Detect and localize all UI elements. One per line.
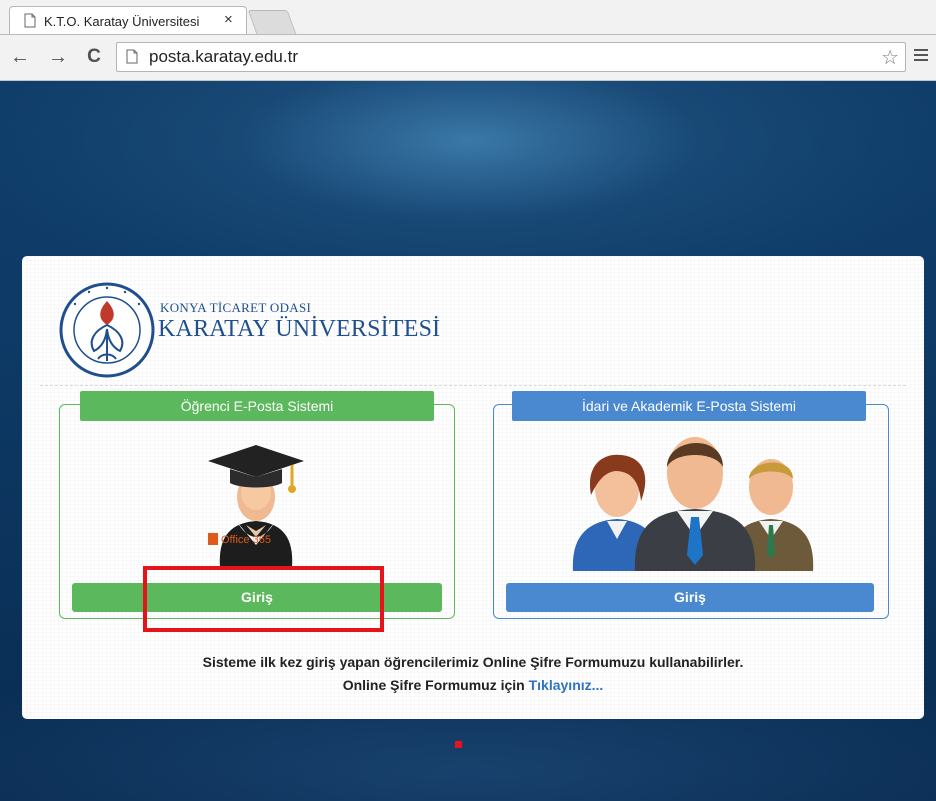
page-icon (126, 49, 138, 64)
info-text: Sisteme ilk kez giriş yapan öğrencilerim… (202, 654, 744, 670)
page-viewport: KONYA TİCARET ODASI KARATAY ÜNİVERSİTESİ… (0, 81, 936, 801)
browser-tab[interactable]: K.T.O. Karatay Üniversitesi × (9, 6, 247, 35)
password-form-link[interactable]: Tıklayınız... (529, 677, 604, 693)
university-seal-logo (59, 282, 155, 378)
browser-toolbar: ← → C posta.karatay.edu.tr ☆ (0, 35, 936, 81)
close-icon[interactable]: × (224, 11, 233, 28)
login-card: KONYA TİCARET ODASI KARATAY ÜNİVERSİTESİ… (22, 256, 924, 719)
staff-people-icon (572, 437, 814, 571)
back-button[interactable]: ← (8, 45, 32, 69)
forward-button[interactable]: → (46, 45, 70, 69)
page-icon (24, 13, 36, 28)
logo-subtitle: KONYA TİCARET ODASI (160, 300, 312, 315)
slider-indicator-dot[interactable] (455, 741, 462, 748)
staff-panel-title: İdari ve Akademik E-Posta Sistemi (512, 391, 866, 421)
logo-title: KARATAY ÜNİVERSİTESİ (158, 316, 441, 342)
address-bar[interactable]: posta.karatay.edu.tr ☆ (116, 42, 906, 72)
bookmark-star-icon[interactable]: ☆ (881, 45, 899, 70)
info-link-prefix: Online Şifre Formumuz için (342, 677, 529, 693)
url-text: posta.karatay.edu.tr (149, 47, 298, 66)
graduate-icon: Office 365 (208, 445, 304, 567)
new-tab-button[interactable] (247, 10, 297, 34)
menu-icon[interactable] (914, 49, 928, 63)
reload-button[interactable]: C (82, 45, 106, 69)
highlight-annotation (143, 566, 384, 632)
office365-badge: Office 365 (221, 534, 271, 546)
staff-login-button[interactable]: Giriş (506, 583, 874, 612)
tab-strip: K.T.O. Karatay Üniversitesi × (0, 0, 936, 35)
tab-title: K.T.O. Karatay Üniversitesi (44, 14, 200, 29)
student-panel-title: Öğrenci E-Posta Sistemi (80, 391, 434, 421)
divider (40, 385, 906, 386)
staff-email-panel: İdari ve Akademik E-Posta Sistemi Giriş (493, 391, 889, 619)
info-link-line: Online Şifre Formumuz için Tıklayınız... (22, 677, 924, 693)
